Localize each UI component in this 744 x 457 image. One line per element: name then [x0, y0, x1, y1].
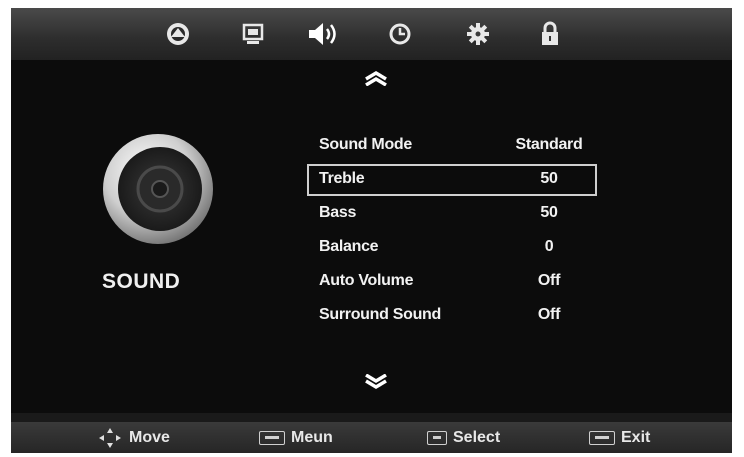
- menu-row-sound-mode[interactable]: Sound Mode Standard: [307, 130, 597, 162]
- settings-panel: SOUND Sound Mode Standard Treble 50 Bass…: [11, 60, 732, 413]
- ok-key-icon: [427, 431, 447, 445]
- menu-row-label: Bass: [319, 204, 357, 221]
- menu-row-label: Treble: [319, 170, 365, 187]
- hint-select-label: Select: [453, 429, 501, 446]
- divider: [11, 413, 732, 422]
- speaker-icon: [309, 23, 336, 45]
- menu-row-surround-sound[interactable]: Surround Sound Off: [307, 300, 597, 332]
- tab-sound[interactable]: [307, 18, 341, 50]
- hint-menu: Meun: [259, 427, 333, 449]
- menu-row-value: Off: [537, 306, 561, 323]
- tab-setup[interactable]: [461, 18, 495, 50]
- hint-bar: Move Meun Select Exit: [11, 422, 732, 453]
- picture-icon: [167, 23, 189, 45]
- menu-row-bass[interactable]: Bass 50: [307, 198, 597, 230]
- menu-tab-bar: [11, 8, 732, 60]
- tab-screen[interactable]: [236, 18, 270, 50]
- lock-icon: [542, 21, 558, 45]
- menu-row-value: Standard: [515, 136, 583, 153]
- hint-select: Select: [427, 427, 500, 449]
- hint-move: Move: [97, 427, 170, 449]
- dpad-arrows-icon: [99, 428, 121, 448]
- hint-menu-label: Meun: [291, 429, 333, 446]
- menu-row-treble[interactable]: Treble 50: [307, 164, 597, 196]
- tab-time[interactable]: [383, 18, 417, 50]
- clock-icon: [389, 23, 411, 45]
- scroll-up-icon[interactable]: [361, 70, 391, 86]
- menu-row-balance[interactable]: Balance 0: [307, 232, 597, 264]
- screen-icon: [242, 23, 264, 44]
- tv-osd-screen: SOUND Sound Mode Standard Treble 50 Bass…: [11, 8, 732, 453]
- category-image: [102, 133, 214, 245]
- menu-row-value: Off: [537, 272, 561, 289]
- category-title: SOUND: [102, 270, 181, 293]
- menu-key-icon: [259, 431, 285, 445]
- tab-lock[interactable]: [533, 18, 567, 50]
- hint-move-label: Move: [129, 429, 170, 446]
- tab-picture[interactable]: [161, 18, 195, 50]
- menu-row-label: Sound Mode: [319, 136, 412, 153]
- menu-row-auto-volume[interactable]: Auto Volume Off: [307, 266, 597, 298]
- scroll-down-icon[interactable]: [361, 374, 391, 390]
- menu-row-value: 50: [540, 204, 558, 221]
- menu-row-label: Surround Sound: [319, 306, 442, 323]
- hint-exit: Exit: [589, 427, 650, 449]
- menu-row-label: Balance: [319, 238, 379, 255]
- speaker-cone-icon: [103, 134, 213, 244]
- hint-exit-label: Exit: [621, 429, 651, 446]
- menu-row-label: Auto Volume: [319, 272, 414, 289]
- gear-icon: [467, 23, 489, 45]
- exit-key-icon: [589, 431, 615, 445]
- menu-row-value: 0: [544, 238, 554, 255]
- menu-row-value: 50: [540, 170, 558, 187]
